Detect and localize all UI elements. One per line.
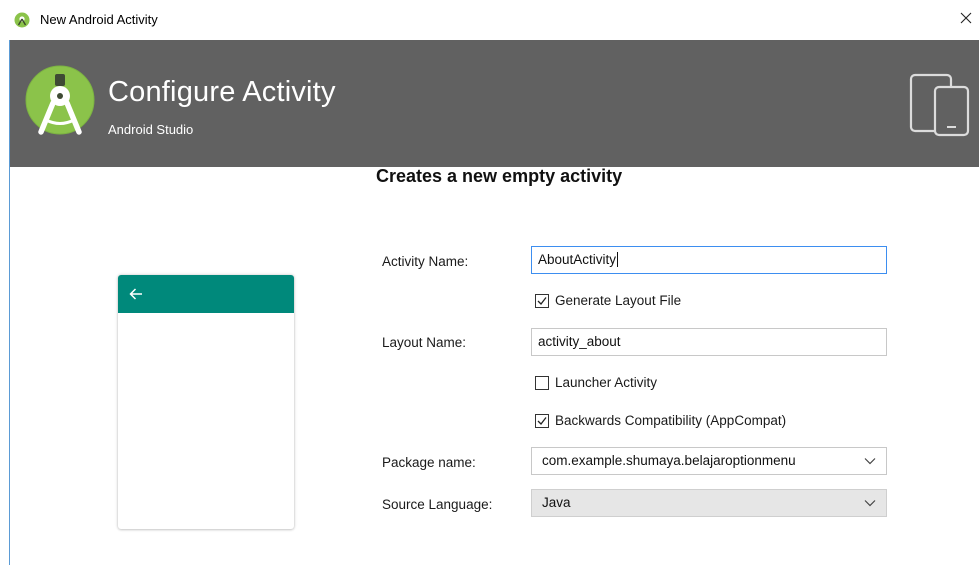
source-language-value: Java xyxy=(542,495,571,510)
text-caret xyxy=(617,252,619,267)
back-arrow-icon xyxy=(129,288,142,300)
checkmark-icon xyxy=(537,296,547,305)
preview-app-bar xyxy=(118,275,294,313)
page-title: Configure Activity xyxy=(108,76,336,108)
window-title: New Android Activity xyxy=(40,12,158,27)
form-heading: Creates a new empty activity xyxy=(376,166,623,186)
wizard-header: Configure Activity Android Studio xyxy=(10,40,979,167)
activity-name-label: Activity Name: xyxy=(382,254,469,269)
launcher-activity-checkbox[interactable]: Launcher Activity xyxy=(535,375,657,390)
chevron-down-icon xyxy=(864,500,876,507)
layout-name-label: Layout Name: xyxy=(382,335,467,350)
activity-name-value: AboutActivity xyxy=(538,252,617,267)
backwards-compat-box[interactable] xyxy=(535,413,549,428)
launcher-activity-label: Launcher Activity xyxy=(555,375,658,390)
form-factor-devices-icon xyxy=(909,73,970,137)
backwards-compat-label: Backwards Compatibility (AppCompat) xyxy=(555,413,787,428)
checkmark-icon xyxy=(537,416,547,425)
source-language-label: Source Language: xyxy=(382,497,493,512)
title-bar: New Android Activity xyxy=(0,0,979,40)
close-button[interactable] xyxy=(957,9,975,27)
generate-layout-box[interactable] xyxy=(535,293,549,308)
generate-layout-checkbox[interactable]: Generate Layout File xyxy=(535,293,681,308)
layout-name-value: activity_about xyxy=(538,334,621,349)
activity-preview xyxy=(118,275,294,529)
android-studio-logo-icon xyxy=(25,65,95,135)
android-studio-icon xyxy=(14,12,30,28)
generate-layout-label: Generate Layout File xyxy=(555,293,682,308)
close-icon xyxy=(960,12,972,24)
source-language-dropdown[interactable]: Java xyxy=(531,489,887,517)
package-name-label: Package name: xyxy=(382,455,476,470)
backwards-compat-checkbox[interactable]: Backwards Compatibility (AppCompat) xyxy=(535,413,786,428)
chevron-down-icon xyxy=(864,458,876,465)
package-name-value: com.example.shumaya.belajaroptionmenu xyxy=(542,453,796,468)
page-subtitle: Android Studio xyxy=(108,122,194,137)
package-name-dropdown[interactable]: com.example.shumaya.belajaroptionmenu xyxy=(531,447,887,475)
activity-name-input[interactable]: AboutActivity xyxy=(531,246,887,274)
layout-name-input[interactable]: activity_about xyxy=(531,328,887,356)
launcher-activity-box[interactable] xyxy=(535,375,549,390)
